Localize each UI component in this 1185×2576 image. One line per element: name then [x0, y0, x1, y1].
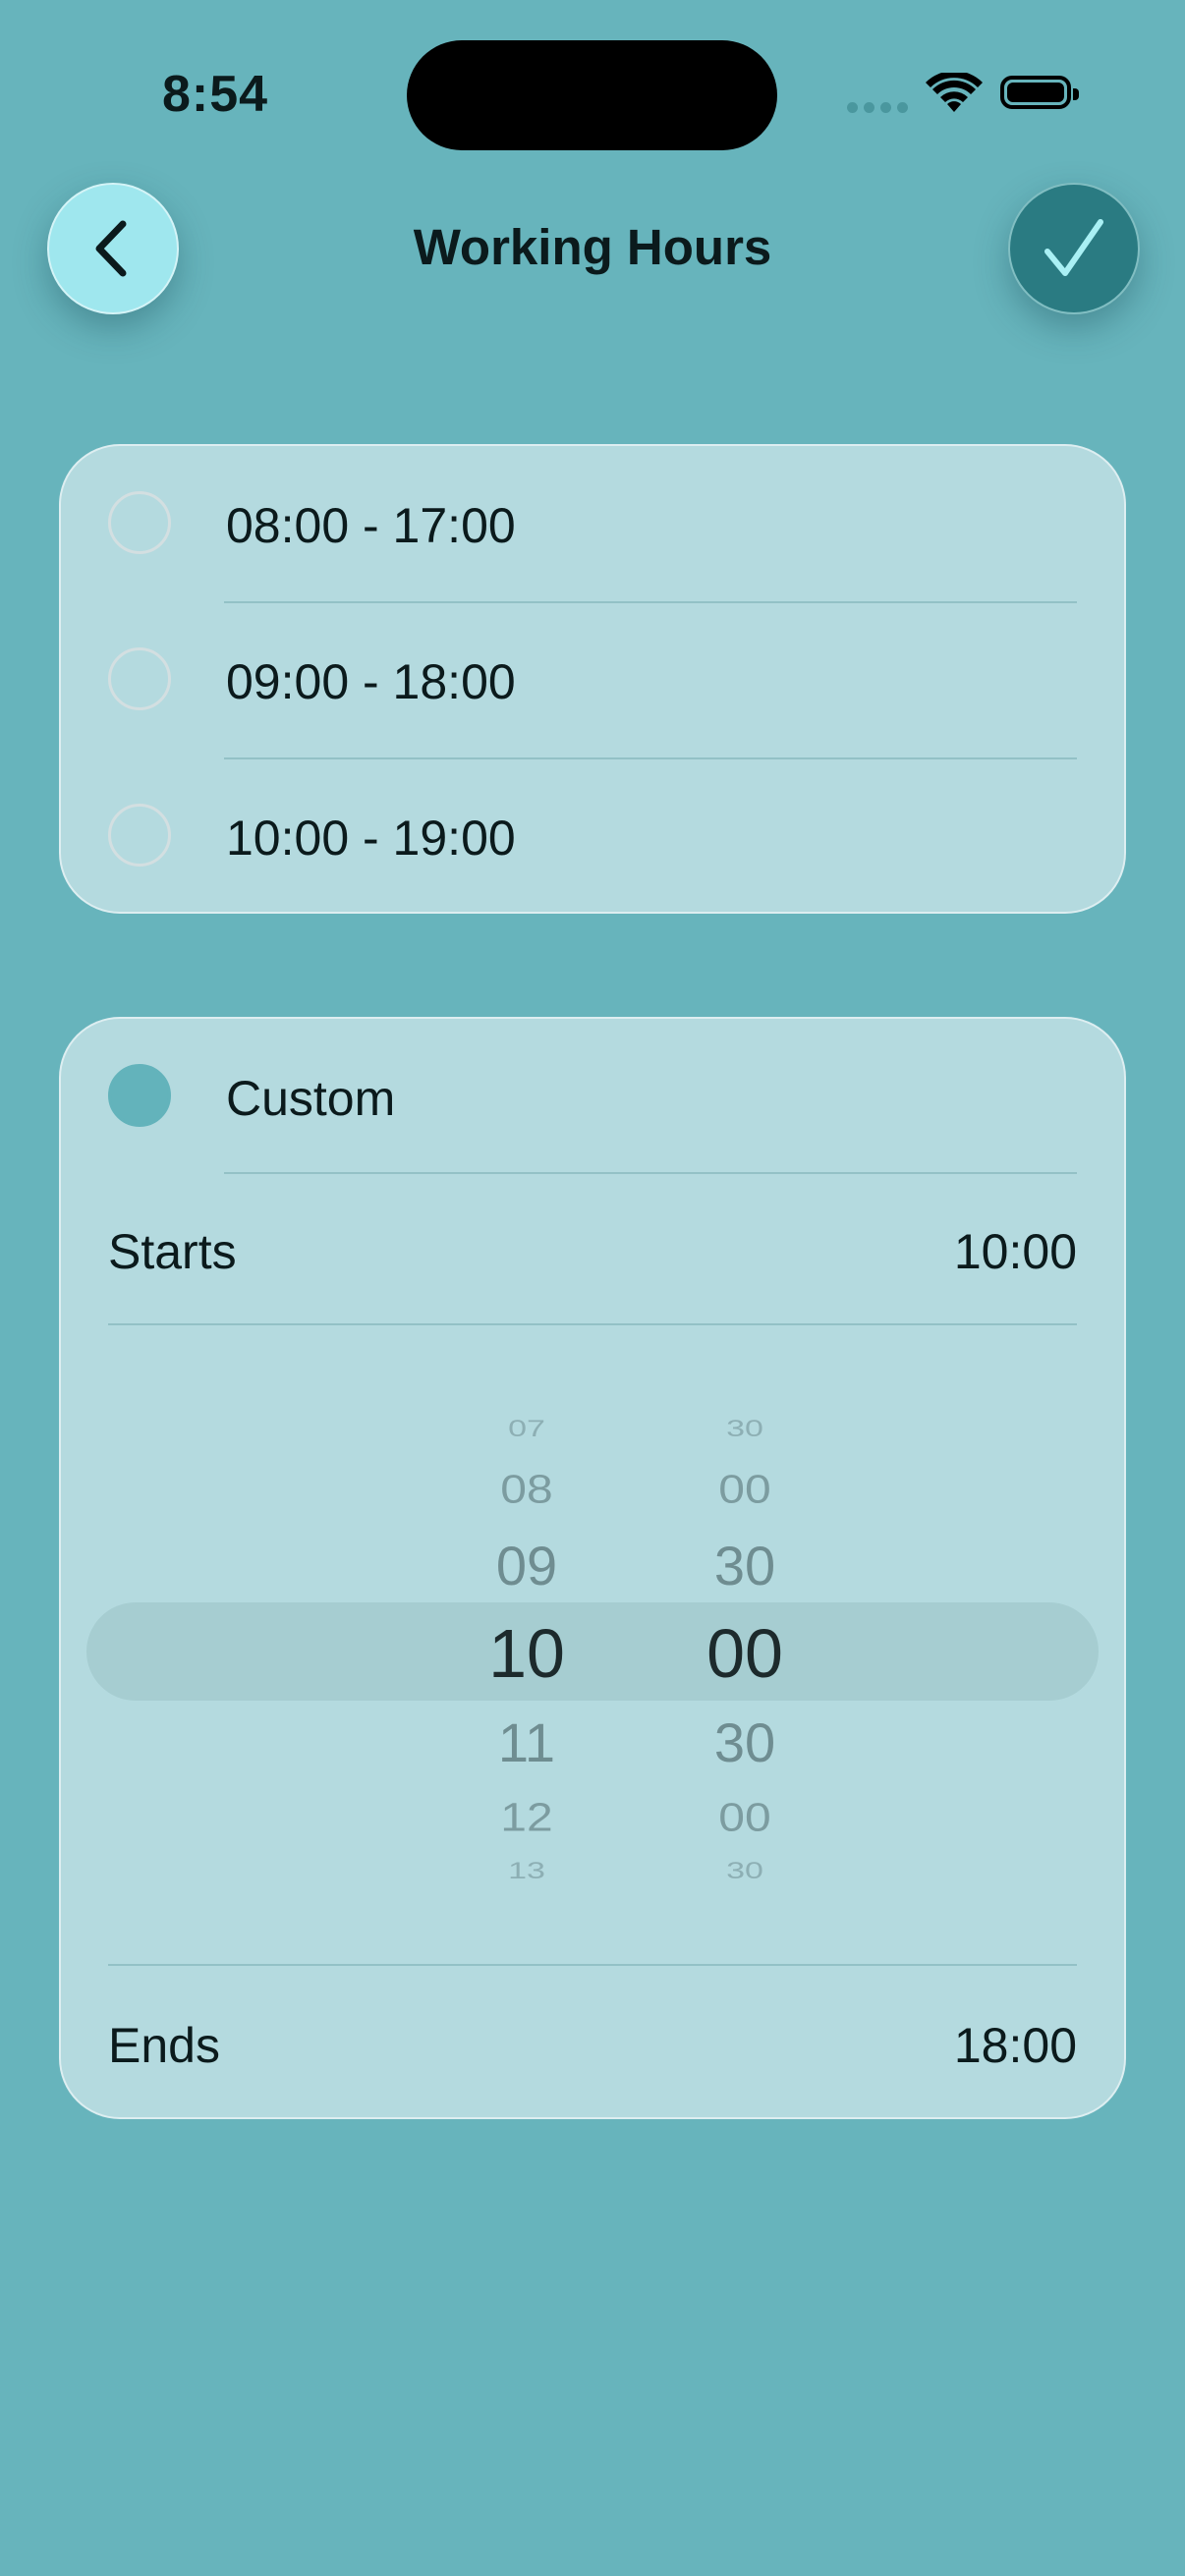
preset-label: 10:00 - 19:00 [226, 811, 516, 866]
wifi-icon [926, 73, 983, 112]
hour-option[interactable]: 07 [428, 1416, 625, 1442]
hour-wheel[interactable]: 07 08 09 10 11 12 13 [428, 1371, 625, 1921]
hour-option[interactable]: 08 [428, 1467, 625, 1513]
presets-card: 08:00 - 17:00 09:00 - 18:00 10:00 - 19:0… [59, 444, 1126, 914]
custom-label: Custom [226, 1071, 396, 1126]
ends-row[interactable]: Ends 18:00 [61, 1970, 1124, 2117]
minute-wheel[interactable]: 30 00 30 00 30 00 30 [647, 1371, 843, 1921]
preset-label: 08:00 - 17:00 [226, 498, 516, 553]
radio-button[interactable] [108, 491, 171, 554]
minute-option[interactable]: 30 [647, 1858, 843, 1884]
minute-option[interactable]: 30 [647, 1416, 843, 1442]
ends-label: Ends [108, 2018, 220, 2073]
checkmark-icon [1044, 219, 1103, 276]
hour-option[interactable]: 09 [428, 1534, 625, 1597]
radio-button[interactable] [108, 804, 171, 867]
hour-option[interactable]: 13 [428, 1858, 625, 1884]
hour-option-selected[interactable]: 10 [428, 1614, 625, 1693]
confirm-button[interactable] [1008, 183, 1140, 314]
starts-label: Starts [108, 1224, 237, 1279]
screen: 8:54 Working Hours 08:00 - 17:00 09:00 -… [0, 0, 1185, 2576]
starts-row[interactable]: Starts 10:00 [61, 1176, 1124, 1323]
dynamic-island [407, 40, 777, 150]
minute-option-selected[interactable]: 00 [647, 1614, 843, 1693]
time-picker[interactable]: 07 08 09 10 11 12 13 30 00 30 00 30 00 3… [61, 1371, 1124, 1921]
hour-option[interactable]: 11 [428, 1710, 625, 1774]
minute-option[interactable]: 30 [647, 1710, 843, 1774]
divider [108, 1323, 1077, 1325]
hour-option[interactable]: 12 [428, 1795, 625, 1841]
minute-option[interactable]: 30 [647, 1534, 843, 1597]
radio-button[interactable] [108, 647, 171, 710]
preset-option-3[interactable]: 10:00 - 19:00 [61, 758, 1124, 912]
divider [224, 1172, 1077, 1174]
minute-option[interactable]: 00 [647, 1467, 843, 1513]
preset-label: 09:00 - 18:00 [226, 654, 516, 709]
ends-value: 18:00 [953, 2018, 1077, 2073]
custom-option[interactable]: Custom [61, 1019, 1124, 1174]
preset-option-1[interactable]: 08:00 - 17:00 [61, 446, 1124, 601]
minute-option[interactable]: 00 [647, 1795, 843, 1841]
divider [108, 1964, 1077, 1966]
status-time: 8:54 [162, 66, 269, 123]
starts-value: 10:00 [953, 1224, 1077, 1279]
preset-option-2[interactable]: 09:00 - 18:00 [61, 602, 1124, 757]
battery-icon [1000, 76, 1079, 109]
custom-card: Custom Starts 10:00 07 08 09 10 11 12 13… [59, 1017, 1126, 2119]
radio-button-selected[interactable] [108, 1064, 171, 1127]
cellular-signal-icon [847, 102, 908, 114]
